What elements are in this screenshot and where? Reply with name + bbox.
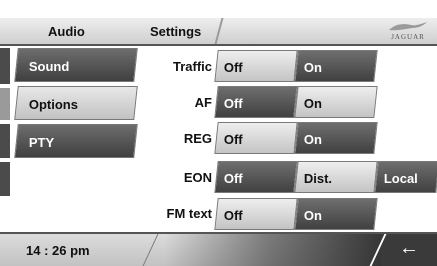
af-off-option[interactable]: Off — [214, 86, 298, 118]
status-shade — [164, 234, 394, 266]
fm-text-off-option[interactable]: Off — [214, 198, 298, 230]
traffic-on-option[interactable]: On — [294, 50, 378, 82]
menu-item-label: PTY — [28, 135, 55, 150]
status-divider — [142, 234, 159, 266]
reg-off-option[interactable]: Off — [214, 122, 298, 154]
option-label: On — [303, 132, 322, 147]
menu-edge-4 — [0, 162, 10, 196]
fm-text-on-option[interactable]: On — [294, 198, 378, 230]
jaguar-logo: JAGUAR — [385, 20, 431, 42]
option-label: Off — [223, 171, 243, 186]
section-title: Audio — [48, 24, 85, 39]
back-button[interactable]: ← — [369, 234, 437, 266]
af-on-option[interactable]: On — [294, 86, 378, 118]
option-label: Dist. — [303, 171, 333, 186]
menu-item-label: Sound — [28, 59, 70, 74]
option-label: Off — [223, 208, 243, 223]
logo-text: JAGUAR — [391, 33, 425, 41]
option-label: Local — [383, 171, 418, 186]
audio-settings-screen: Audio Settings JAGUAR Sound Options PTY … — [0, 0, 437, 266]
traffic-off-option[interactable]: Off — [214, 50, 298, 82]
page-title: Settings — [150, 24, 202, 39]
clock: 14 : 26 pm — [26, 243, 90, 258]
menu-item-label: Options — [28, 97, 78, 112]
back-arrow-icon: ← — [399, 237, 419, 259]
fm-text-label: FM text — [166, 206, 213, 221]
eon-dist-option[interactable]: Dist. — [294, 161, 378, 193]
title-bar: Audio Settings JAGUAR — [0, 18, 437, 44]
header-divider — [0, 44, 437, 46]
option-label: Off — [223, 60, 243, 75]
eon-off-option[interactable]: Off — [214, 161, 298, 193]
option-label: On — [303, 208, 322, 223]
option-label: Off — [223, 96, 243, 111]
option-label: On — [303, 60, 322, 75]
traffic-label: Traffic — [172, 59, 212, 74]
menu-edge-1 — [0, 48, 10, 84]
reg-on-option[interactable]: On — [294, 122, 378, 154]
option-label: On — [303, 96, 322, 111]
menu-edge-2 — [0, 88, 10, 120]
reg-label: REG — [183, 131, 212, 146]
eon-label: EON — [183, 170, 212, 185]
eon-local-option[interactable]: Local — [374, 161, 437, 193]
status-bar: 14 : 26 pm ← — [0, 232, 437, 266]
af-label: AF — [194, 95, 212, 110]
menu-edge-3 — [0, 124, 10, 158]
title-divider — [214, 18, 224, 44]
option-label: Off — [223, 132, 243, 147]
leaper-icon — [389, 22, 427, 31]
